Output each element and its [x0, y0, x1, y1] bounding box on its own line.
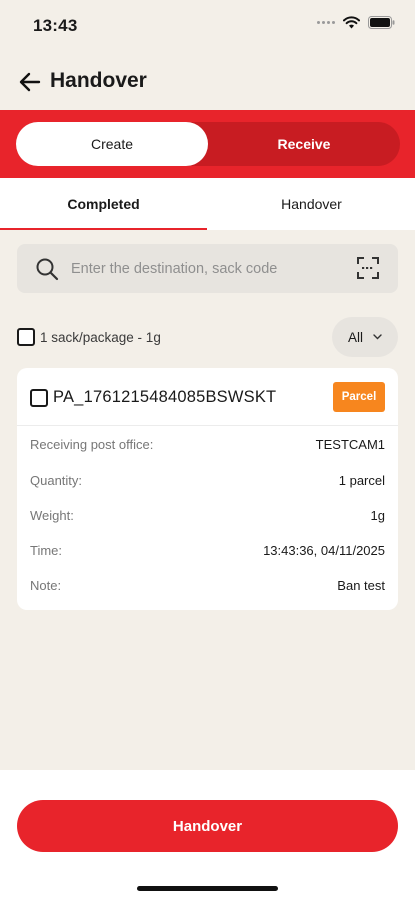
wifi-icon: [343, 16, 360, 29]
tab-handover[interactable]: Handover: [208, 178, 415, 230]
info-row-quantity: Quantity: 1 parcel: [30, 473, 385, 493]
receive-segment-button[interactable]: Receive: [208, 122, 400, 166]
signal-icon: [317, 21, 335, 24]
info-label: Note:: [30, 578, 62, 593]
segmented-control: Create Receive: [16, 122, 400, 166]
status-bar: 13:43: [0, 0, 415, 52]
info-value: TESTCAM1: [315, 437, 385, 452]
create-segment-button[interactable]: Create: [16, 122, 208, 166]
info-row-time: Time: 13:43:36, 04/11/2025: [30, 543, 385, 563]
info-row-receiving-office: Receiving post office: TESTCAM1: [30, 437, 385, 457]
info-label: Weight:: [30, 508, 74, 523]
info-label: Quantity:: [30, 473, 83, 488]
header: Handover: [0, 52, 415, 110]
status-time: 13:43: [33, 16, 78, 35]
type-badge: Parcel: [333, 382, 385, 412]
selection-summary: 1 sack/package - 1g: [40, 330, 161, 345]
package-card-header: PA_1761215484085BSWSKT Parcel: [17, 368, 398, 426]
tab-bar: Completed Handover: [0, 178, 415, 230]
bottom-action-bar: Handover: [0, 770, 415, 900]
back-button[interactable]: [16, 68, 44, 96]
tab-completed[interactable]: Completed: [0, 178, 207, 230]
mode-segment-bar: Create Receive: [0, 110, 415, 178]
info-value: 13:43:36, 04/11/2025: [263, 543, 385, 558]
filter-dropdown[interactable]: All: [332, 317, 398, 357]
package-code: PA_1761215484085BSWSKT: [53, 388, 277, 406]
info-value: 1g: [370, 508, 385, 523]
select-all-checkbox[interactable]: [17, 328, 35, 346]
search-box: [17, 244, 398, 293]
package-checkbox[interactable]: [30, 389, 48, 407]
handover-button[interactable]: Handover: [17, 800, 398, 852]
info-row-weight: Weight: 1g: [30, 508, 385, 528]
package-card[interactable]: PA_1761215484085BSWSKT Parcel Receiving …: [17, 368, 398, 610]
filter-value: All: [347, 329, 363, 345]
arrow-left-icon: [19, 72, 41, 92]
info-value: Ban test: [337, 578, 385, 593]
info-label: Receiving post office:: [30, 437, 154, 452]
scan-icon[interactable]: [356, 256, 380, 280]
info-value: 1 parcel: [338, 473, 385, 488]
chevron-down-icon: [373, 334, 382, 340]
home-indicator: [137, 886, 278, 891]
page-title: Handover: [50, 69, 147, 92]
status-icons: [317, 16, 395, 29]
info-row-note: Note: Ban test: [30, 578, 385, 598]
search-input[interactable]: [71, 244, 341, 293]
battery-icon: [368, 16, 395, 29]
search-icon: [36, 258, 59, 281]
selection-row: 1 sack/package - 1g All: [17, 317, 398, 357]
info-label: Time:: [30, 543, 63, 558]
active-tab-indicator: [0, 228, 207, 230]
